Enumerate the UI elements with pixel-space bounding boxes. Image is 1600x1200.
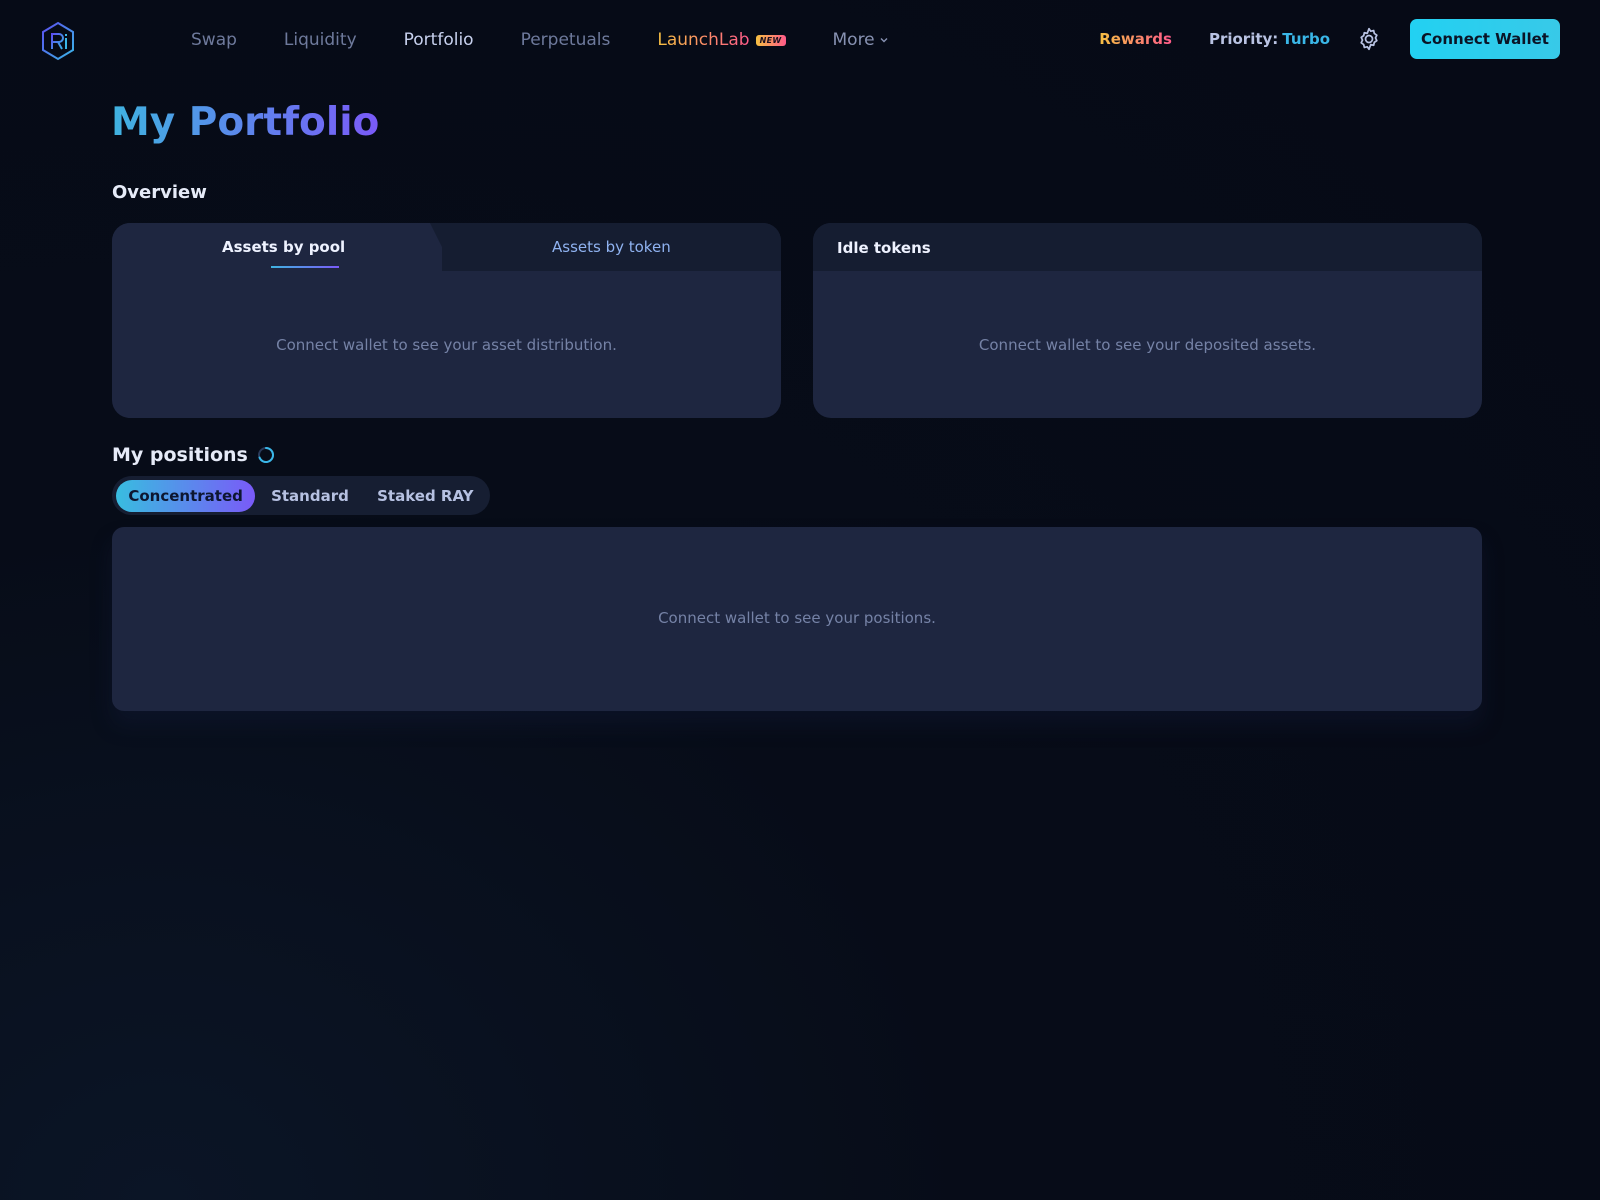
nav-launchlab[interactable]: LaunchLab NEW <box>657 30 786 50</box>
chevron-down-icon <box>880 38 888 43</box>
priority-label: Priority: <box>1208 30 1279 48</box>
top-nav-bar: Swap Liquidity Portfolio Perpetuals Laun… <box>0 0 1600 80</box>
idle-tokens-card: Idle tokens Connect wallet to see your d… <box>813 223 1482 418</box>
tab-standard[interactable]: Standard <box>255 480 364 512</box>
positions-heading: My positions <box>112 444 275 466</box>
nav-liquidity[interactable]: Liquidity <box>284 30 357 50</box>
gear-icon[interactable] <box>1356 26 1382 52</box>
tab-assets-by-pool[interactable]: Assets by pool <box>222 238 345 256</box>
nav-more-label: More <box>832 30 875 50</box>
overview-heading: Overview <box>112 182 207 203</box>
priority-selector[interactable]: Priority: Turbo <box>1209 30 1330 48</box>
nav-more[interactable]: More <box>833 30 889 50</box>
nav-swap[interactable]: Swap <box>191 30 237 50</box>
priority-value: Turbo <box>1282 30 1330 48</box>
tab-assets-by-token[interactable]: Assets by token <box>552 238 671 256</box>
nav-portfolio[interactable]: Portfolio <box>404 30 474 50</box>
connect-wallet-button[interactable]: Connect Wallet <box>1410 19 1560 59</box>
rewards-link[interactable]: Rewards <box>1099 30 1172 48</box>
assets-empty-message: Connect wallet to see your asset distrib… <box>276 336 617 354</box>
page-title: My Portfolio <box>111 100 380 145</box>
assets-card: Assets by pool Assets by token Connect w… <box>112 223 781 418</box>
new-badge: NEW <box>755 34 786 46</box>
positions-title: My positions <box>112 444 248 466</box>
loading-spinner-icon <box>257 446 274 463</box>
tab-concentrated[interactable]: Concentrated <box>116 479 256 512</box>
nav-launchlab-label: LaunchLab <box>657 30 750 50</box>
raydium-logo-icon[interactable] <box>40 21 76 61</box>
positions-segmented-control: Concentrated Standard Staked RAY <box>112 476 490 515</box>
main-nav: Swap Liquidity Portfolio Perpetuals Laun… <box>191 0 936 80</box>
nav-perpetuals[interactable]: Perpetuals <box>521 30 611 50</box>
idle-tokens-title: Idle tokens <box>837 239 931 257</box>
tab-staked-ray[interactable]: Staked RAY <box>365 480 486 512</box>
header-actions: Rewards Priority: Turbo Connect Wallet <box>1099 19 1560 59</box>
active-tab-underline <box>271 266 339 268</box>
positions-card: Connect wallet to see your positions. <box>112 527 1482 711</box>
idle-empty-message: Connect wallet to see your deposited ass… <box>978 336 1317 354</box>
positions-empty-message: Connect wallet to see your positions. <box>658 609 936 627</box>
